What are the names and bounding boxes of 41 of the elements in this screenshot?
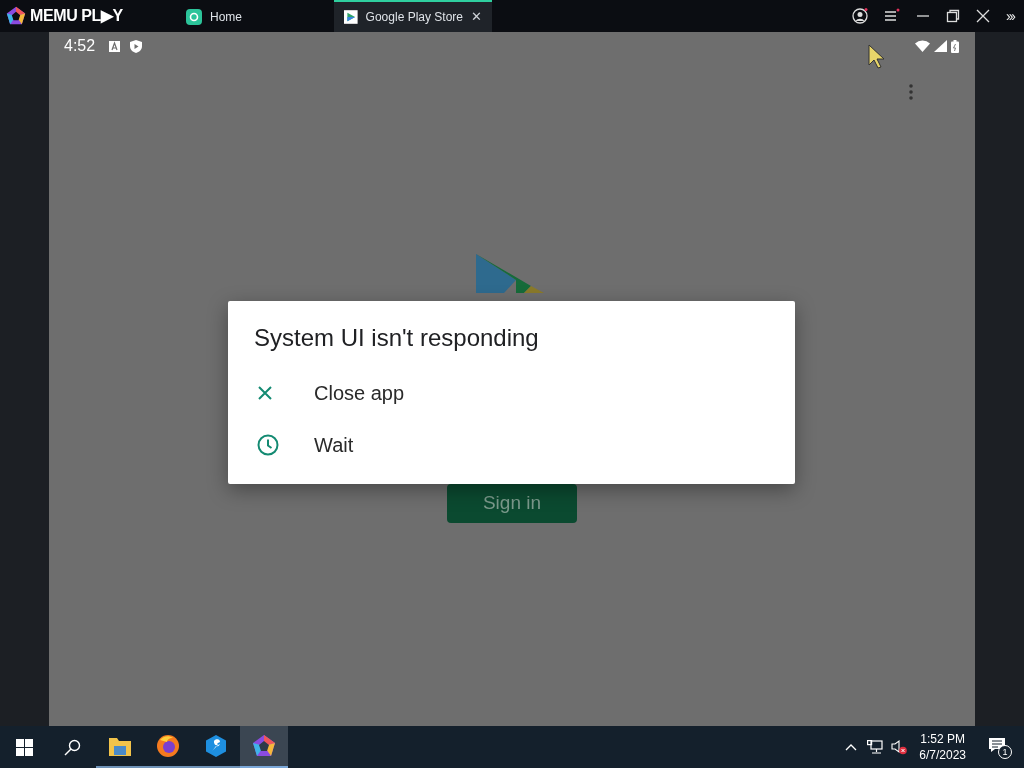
- more-button[interactable]: ›››: [1006, 5, 1014, 27]
- dialog-title: System UI isn't responding: [254, 323, 540, 353]
- notification-count: 1: [998, 745, 1012, 759]
- dialog-option[interactable]: Wait: [254, 419, 769, 471]
- pentagon-logo-icon: [252, 734, 276, 758]
- tab[interactable]: Google Play Store ✕: [334, 0, 492, 32]
- wifi-icon: [915, 40, 930, 52]
- signal-icon: [934, 40, 947, 52]
- muted-speaker-icon[interactable]: [891, 739, 908, 755]
- tab-label: Home: [210, 9, 242, 26]
- home-app-icon: [186, 9, 202, 25]
- tab-label: Google Play Store: [365, 9, 463, 26]
- app-logo-text: MEMU PL▶Y: [30, 6, 123, 26]
- clock-date[interactable]: 6/7/2023: [919, 747, 966, 763]
- app-notification-icon: [109, 40, 121, 52]
- mouse-cursor-icon: [868, 44, 886, 70]
- network-icon[interactable]: [867, 740, 884, 754]
- search-icon[interactable]: [63, 738, 81, 756]
- dialog-option[interactable]: Close app: [254, 367, 769, 419]
- clock-icon: [257, 434, 279, 456]
- close-icon[interactable]: [976, 9, 990, 23]
- account-icon[interactable]: [852, 8, 868, 24]
- more-options-icon[interactable]: [909, 84, 913, 100]
- status-time: 4:52: [64, 36, 96, 56]
- taskbar-app[interactable]: [240, 726, 288, 768]
- folder-icon: [108, 735, 132, 757]
- wrench-icon: [204, 734, 228, 758]
- restore-icon[interactable]: [946, 9, 960, 23]
- battery-icon: [951, 39, 959, 53]
- notification-center-button[interactable]: 1: [986, 735, 1012, 759]
- play-store-icon: [344, 9, 358, 25]
- windows-start-icon[interactable]: [15, 738, 33, 756]
- tab-close-button[interactable]: ✕: [471, 7, 482, 27]
- clock-time[interactable]: 1:52 PM: [920, 731, 965, 747]
- pentagon-logo-icon: [6, 6, 26, 26]
- chevron-up-icon[interactable]: [845, 743, 858, 751]
- close-icon: [257, 385, 273, 401]
- shield-icon: [130, 39, 143, 53]
- tab[interactable]: Home: [178, 0, 334, 32]
- menu-icon[interactable]: [884, 8, 900, 24]
- browser-icon: [156, 734, 180, 758]
